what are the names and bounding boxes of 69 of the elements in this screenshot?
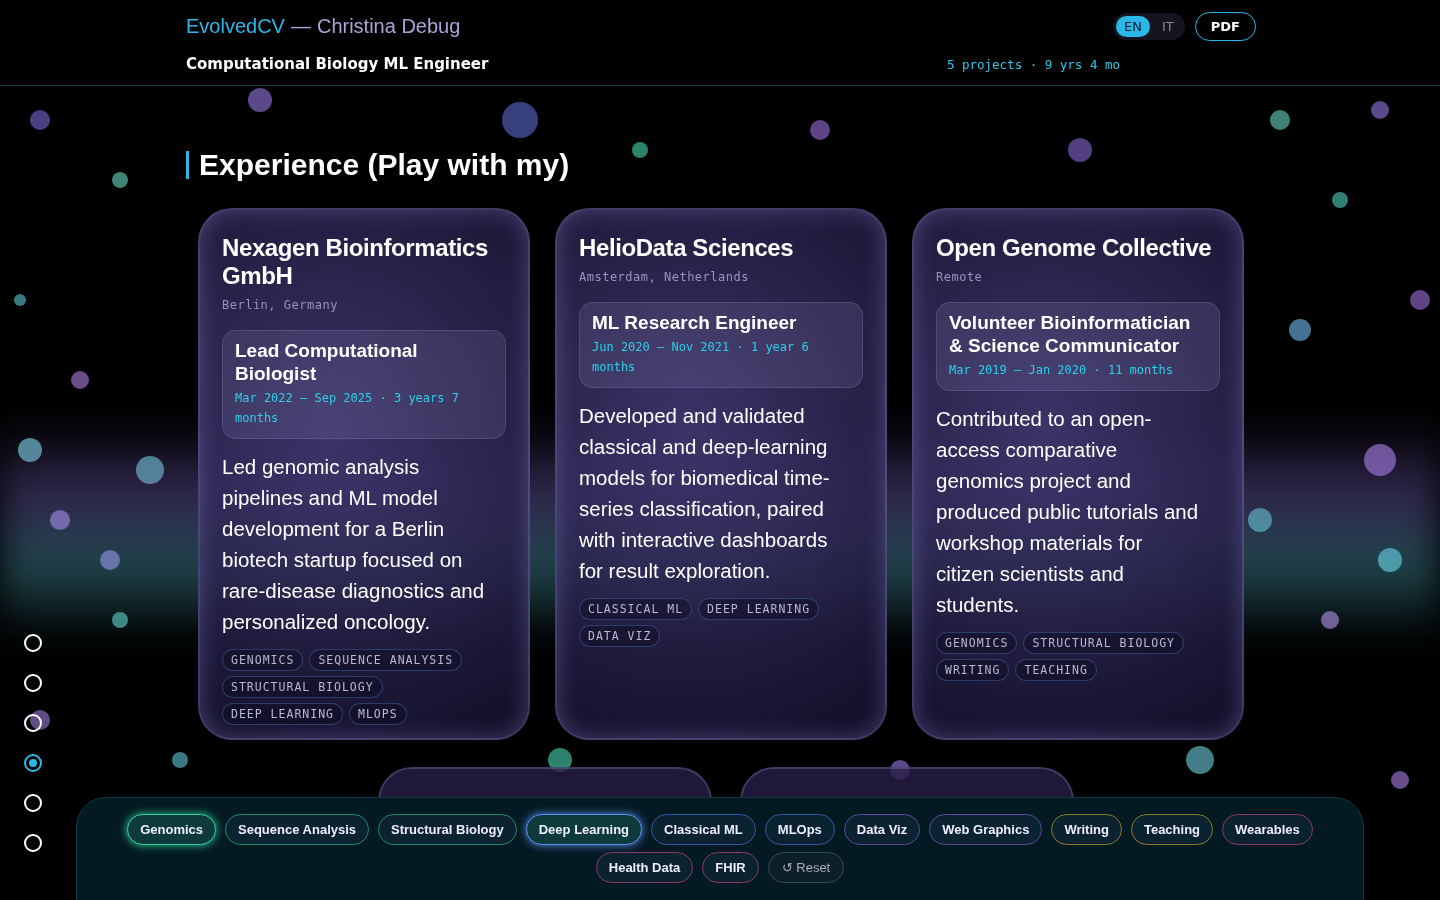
filter-chip[interactable]: MLOps [764, 814, 835, 845]
skill-tag: STRUCTURAL BIOLOGY [222, 676, 383, 698]
brand-name[interactable]: EvolvedCV [186, 15, 285, 38]
skill-tag: WRITING [936, 659, 1010, 681]
language-option[interactable]: IT [1154, 16, 1182, 37]
particle-dot [502, 102, 538, 138]
skill-tag: TEACHING [1015, 659, 1097, 681]
career-stats: 5 projects · 9 yrs 4 mo [946, 56, 1120, 72]
role-description: Developed and validated classical and deep-learning models for biomedical time-series classification, paired with interactive dashboards for result exploration. [579, 403, 831, 584]
filter-chip[interactable]: Genomics [127, 814, 217, 845]
filter-chip[interactable]: Classical ML [651, 814, 756, 845]
particle-dot [112, 172, 128, 188]
particle-dot [14, 294, 26, 306]
particle-dot [810, 120, 830, 140]
particle-dot [30, 710, 50, 730]
skill-tag: GENOMICS [936, 632, 1018, 654]
language-option[interactable]: EN [1116, 16, 1150, 37]
role-description: Led genomic analysis pipelines and ML model development for a Berlin biotech startup focused on rare-disease diagnostics and personalized oncology. [222, 454, 486, 635]
particle-dot [1332, 192, 1348, 208]
role-period: Mar 2019 – Jan 2020 · 11 months [949, 362, 1174, 379]
role-description: Contributed to an open-access comparative genomics project and produced public tutorials and workshop materials for citizen scientists and students. [936, 406, 1200, 618]
particle-dot [30, 110, 50, 130]
section-nav-dot[interactable] [24, 754, 42, 772]
filter-chip[interactable]: Web Graphics [929, 814, 1043, 845]
particle-dot [71, 371, 89, 389]
filter-chip[interactable]: FHIR [702, 852, 759, 883]
filter-chip[interactable]: Data Viz [843, 814, 921, 845]
particle-dot [1270, 110, 1290, 130]
skill-tag: STRUCTURAL BIOLOGY [1023, 632, 1184, 654]
filter-chip[interactable]: Writing [1051, 814, 1122, 845]
title-separator: — [290, 15, 311, 38]
company-name: Nexagen Bioinformatics GmbH [222, 234, 489, 290]
particle-dot [1186, 746, 1214, 774]
particle-dot [1371, 101, 1389, 119]
particle-dot [632, 142, 648, 158]
skill-tag: DEEP LEARNING [698, 598, 820, 620]
skill-tag: SEQUENCE ANALYSIS [309, 649, 463, 671]
skill-tag: GENOMICS [222, 649, 304, 671]
skill-tag: DATA VIZ [579, 625, 661, 647]
skill-tag: DEEP LEARNING [222, 703, 343, 725]
reset-button[interactable]: ↺ Reset [767, 852, 845, 883]
role-title: Volunteer Bioinformatician & Science Communicator [949, 311, 1192, 357]
company-location: Remote [936, 270, 984, 284]
filter-chip[interactable]: Teaching [1130, 814, 1214, 845]
pdf-button[interactable]: PDF [1194, 12, 1256, 41]
role-title: Lead Computational Biologist [235, 339, 419, 385]
filter-chip[interactable]: Wearables [1222, 814, 1313, 845]
role-period: Mar 2022 – Sep 2025 · 3 years 7 months [235, 390, 460, 427]
company-location: Berlin, Germany [222, 298, 339, 312]
particle-dot [1391, 771, 1409, 789]
filter-chip[interactable]: Structural Biology [378, 814, 517, 845]
particle-dot [248, 88, 272, 112]
role-title: ML Research Engineer [592, 311, 798, 334]
filter-chip[interactable]: Deep Learning [525, 814, 643, 845]
particle-dot [1068, 138, 1092, 162]
job-title: Computational Biology ML Engineer [186, 55, 489, 73]
section-title: Experience (Play with my) [199, 148, 570, 182]
company-location: Amsterdam, Netherlands [579, 270, 750, 284]
particle-dot [1289, 319, 1311, 341]
filter-chip[interactable]: Sequence Analysis [225, 814, 370, 845]
company-name: Open Genome Collective [936, 234, 1213, 262]
person-name: Christina Debug [316, 15, 461, 38]
role-period: Jun 2020 – Nov 2021 · 1 year 6 months [592, 339, 810, 376]
filter-chip[interactable]: Health Data [595, 852, 694, 883]
particle-dot [172, 752, 188, 768]
company-name: HelioData Sciences [579, 234, 795, 262]
particle-dot [1410, 290, 1430, 310]
skill-tag: MLOPS [349, 703, 407, 725]
skill-tag: CLASSICAL ML [579, 598, 693, 620]
